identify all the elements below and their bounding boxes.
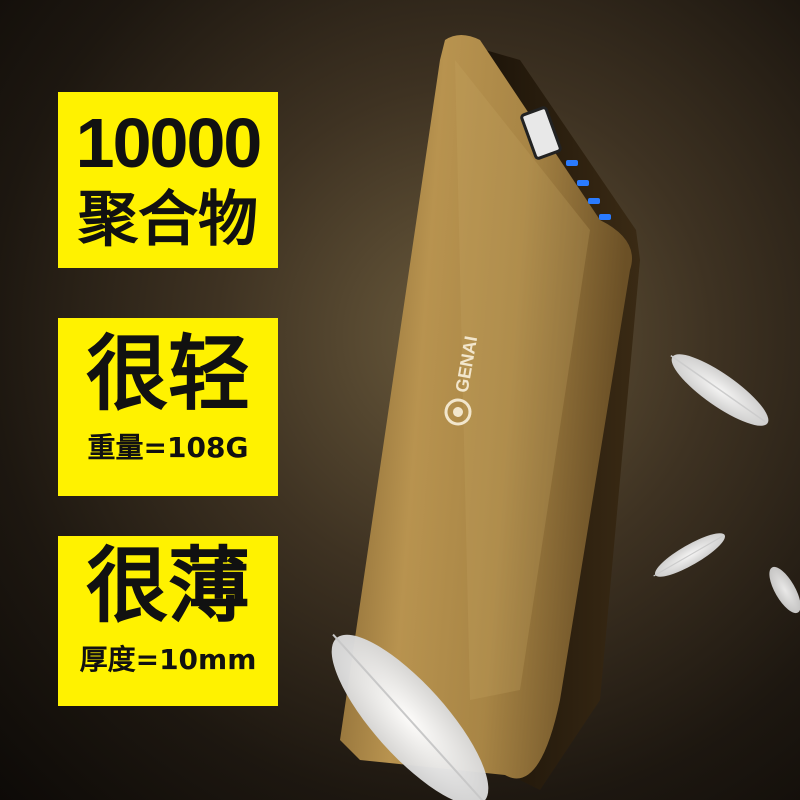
capacity-badge: 10000 聚合物 — [58, 92, 278, 268]
feather-right-middle — [653, 533, 725, 577]
weight-badge: 很轻 重量=108G — [58, 318, 278, 496]
capacity-number: 10000 — [75, 104, 263, 182]
feather-right-edge — [769, 566, 800, 614]
thickness-badge: 很薄 厚度=10mm — [58, 536, 278, 706]
weight-title: 很轻 — [85, 327, 250, 422]
product-banner: GENAI 10000 聚合物 很轻 重量=108G 很薄 厚度=10mm — [0, 0, 800, 800]
thickness-title: 很薄 — [85, 539, 250, 634]
capacity-label: 聚合物 — [78, 185, 258, 255]
weight-spec: 重量=108G — [87, 431, 249, 464]
feather-right-top — [670, 354, 769, 426]
thickness-spec: 厚度=10mm — [79, 643, 257, 676]
